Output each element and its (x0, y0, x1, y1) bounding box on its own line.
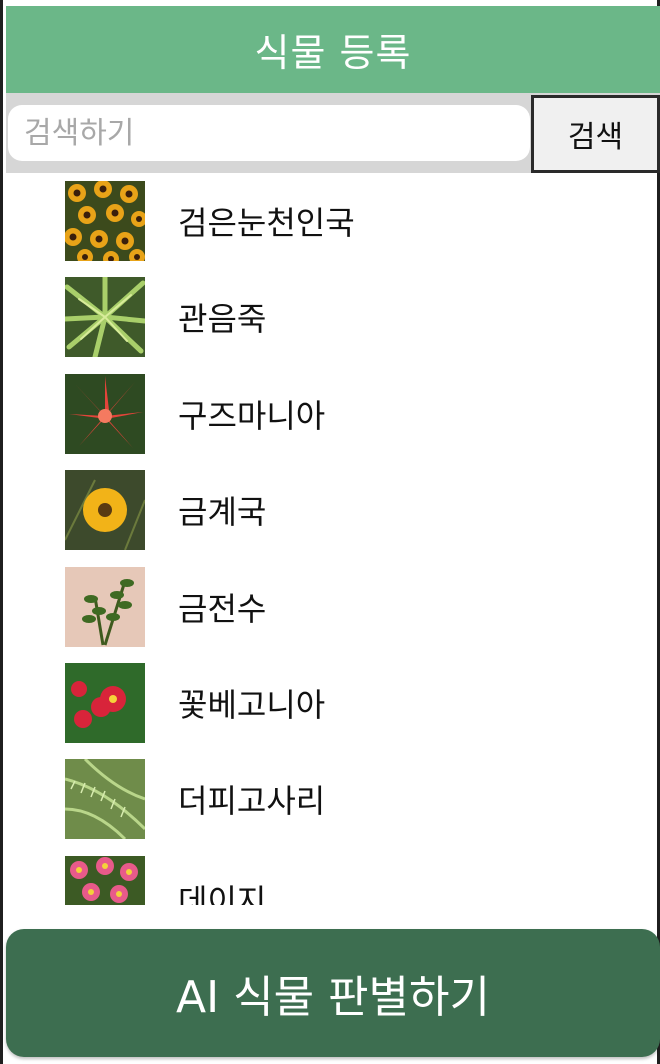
plant-name: 구즈마니아 (178, 397, 326, 435)
list-item[interactable]: 더피고사리 (65, 759, 625, 839)
plant-name: 금전수 (178, 590, 267, 628)
ai-identify-label: AI 식물 판별하기 (176, 972, 490, 1023)
list-item[interactable]: 꽃베고니아 (65, 663, 625, 743)
daisy-image (65, 856, 145, 905)
plant-name: 관음죽 (178, 300, 267, 338)
plant-name: 검은눈천인국 (178, 204, 355, 242)
list-item[interactable]: 검은눈천인국 (65, 181, 625, 261)
app-header: 식물 등록 (6, 6, 660, 93)
search-input[interactable] (24, 115, 530, 151)
zz-plant-image (65, 567, 145, 647)
plant-thumbnail (65, 374, 145, 454)
plant-name: 금계국 (178, 493, 267, 531)
fern-image (65, 759, 145, 839)
guzmania-image (65, 374, 145, 454)
plant-thumbnail (65, 181, 145, 261)
plant-thumbnail (65, 856, 145, 905)
list-item[interactable]: 관음죽 (65, 277, 625, 357)
list-item[interactable]: 구즈마니아 (65, 374, 625, 454)
lady-palm-image (65, 277, 145, 357)
search-button[interactable]: 검색 (531, 95, 660, 173)
plant-name: 데이지 (178, 882, 267, 905)
ai-identify-button[interactable]: AI 식물 판별하기 (6, 929, 660, 1057)
begonia-image (65, 663, 145, 743)
plant-thumbnail (65, 277, 145, 357)
plant-thumbnail (65, 567, 145, 647)
app-frame: 식물 등록 검색하기 검색 검은눈천인국 관음죽 구즈마니아 금계국 금전수 꽃… (0, 0, 660, 1064)
plant-thumbnail (65, 470, 145, 550)
plant-thumbnail (65, 663, 145, 743)
plant-thumbnail (65, 759, 145, 839)
list-item[interactable]: 금계국 (65, 470, 625, 550)
plant-name: 더피고사리 (178, 782, 326, 820)
search-bar: 검색 (6, 93, 660, 173)
search-input-container[interactable] (8, 105, 530, 161)
plant-list: 검은눈천인국 관음죽 구즈마니아 금계국 금전수 꽃베고니아 더피고사리 데이지 (6, 173, 660, 905)
black-eyed-susan-image (65, 181, 145, 261)
page-title: 식물 등록 (254, 31, 412, 75)
coreopsis-image (65, 470, 145, 550)
list-item[interactable]: 데이지 (65, 856, 625, 905)
plant-name: 꽃베고니아 (178, 686, 326, 724)
list-item[interactable]: 금전수 (65, 567, 625, 647)
